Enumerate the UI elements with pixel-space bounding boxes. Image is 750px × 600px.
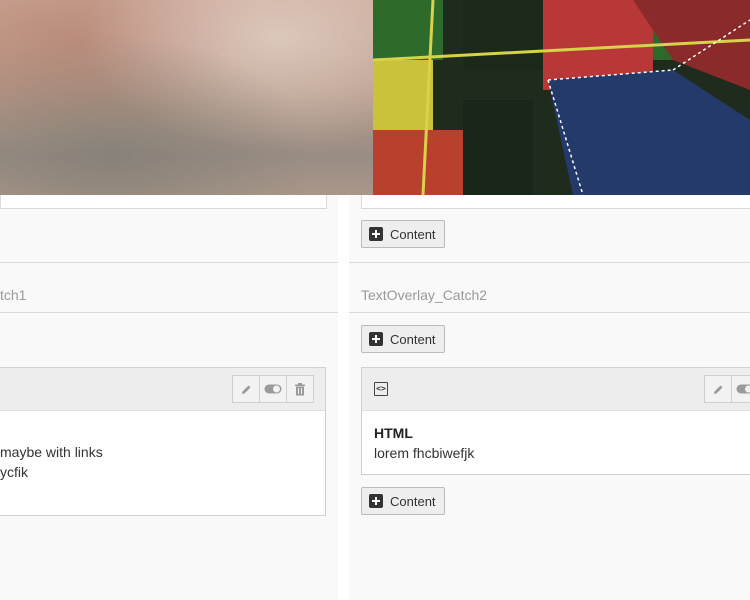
element-text-line-2-visible: ycfik	[0, 464, 28, 480]
element-text-line-1-visible: maybe with links	[0, 444, 103, 460]
content-element-header	[0, 368, 325, 411]
add-content-label: Content	[390, 493, 436, 509]
content-element-header: <>	[362, 368, 750, 411]
tartan-fabric-image	[373, 0, 750, 195]
plus-square-icon	[369, 227, 383, 241]
column-name-right: TextOverlay_Catch2	[361, 287, 488, 303]
column-name-left: tch1	[0, 287, 27, 303]
plus-square-icon	[369, 494, 383, 508]
stone-texture-image	[0, 0, 373, 195]
pencil-icon[interactable]	[232, 375, 260, 403]
add-content-button[interactable]: Content	[361, 325, 445, 353]
element-text: lorem fhcbiwefjk	[374, 445, 475, 461]
content-element-body: HTML lorem fhcbiwefjk	[362, 411, 750, 475]
content-element-card-right: <> HTML lorem fhcbiwefjk	[361, 367, 750, 475]
plus-square-icon	[369, 332, 383, 346]
element-actions	[704, 375, 750, 403]
add-content-button[interactable]: Content	[361, 220, 445, 248]
column-header-divider	[0, 312, 338, 313]
add-content-label: Content	[390, 331, 436, 347]
column-divider	[0, 262, 338, 263]
pencil-icon[interactable]	[704, 375, 732, 403]
trash-icon[interactable]	[286, 375, 314, 403]
column-header-divider	[349, 312, 750, 313]
element-title: HTML	[374, 425, 413, 441]
image-element-card-left	[0, 195, 327, 209]
image-element-card-right	[361, 195, 750, 209]
code-icon: <>	[374, 382, 388, 396]
toggle-icon[interactable]	[259, 375, 287, 403]
add-content-label: Content	[390, 226, 436, 242]
column-divider	[349, 262, 750, 263]
element-actions	[232, 375, 314, 403]
toggle-icon[interactable]	[731, 375, 750, 403]
add-content-button[interactable]: Content	[361, 487, 445, 515]
